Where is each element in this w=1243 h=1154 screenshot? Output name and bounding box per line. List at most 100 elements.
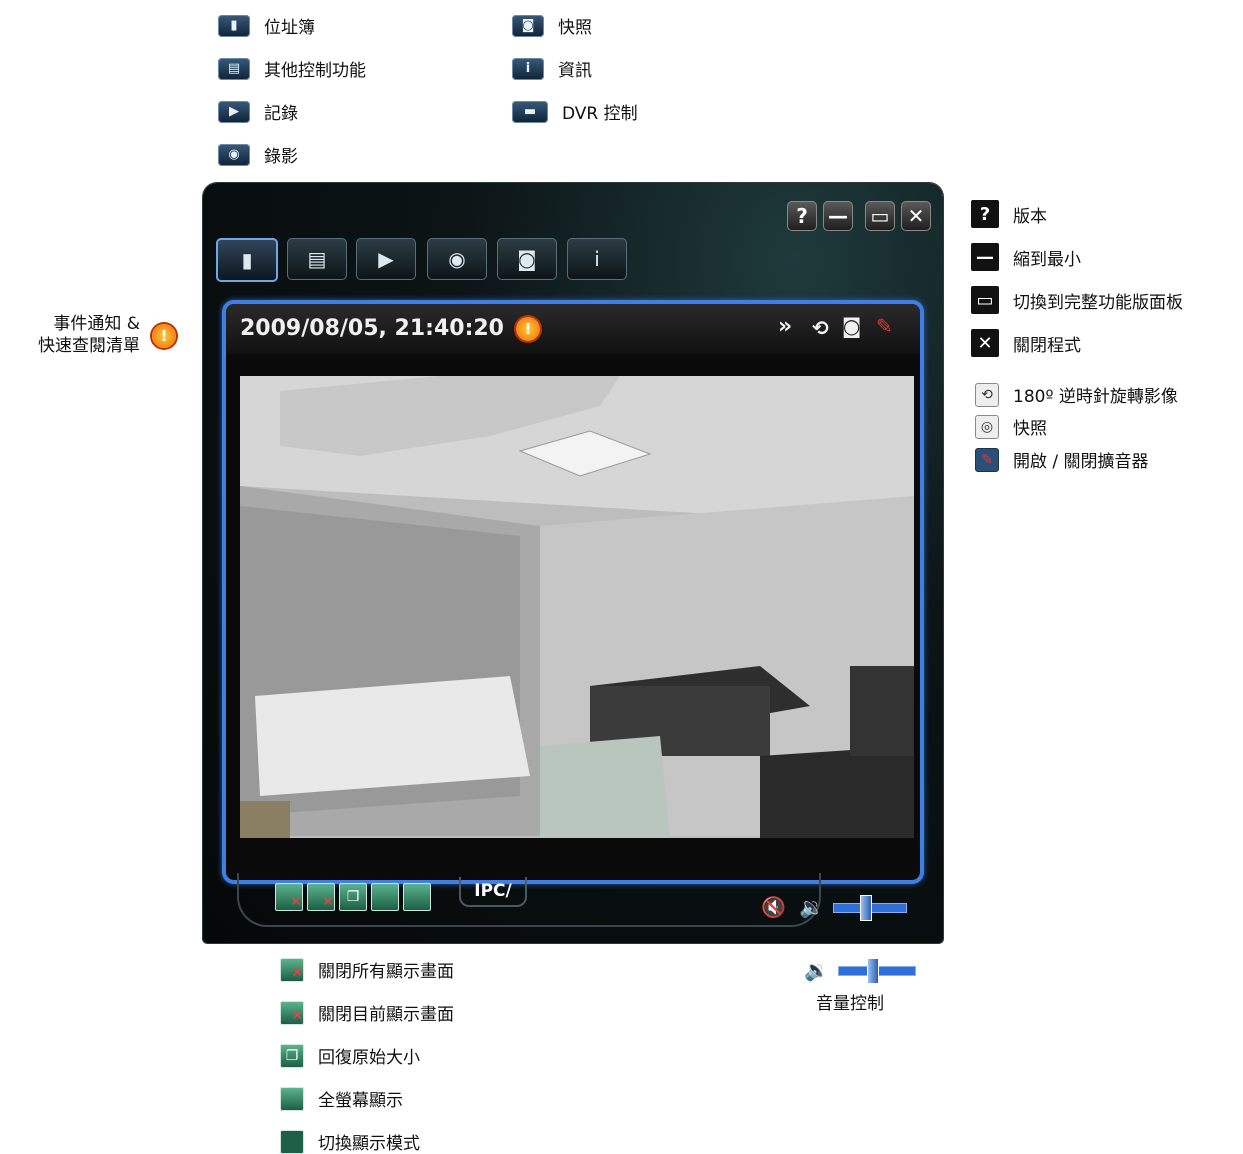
fullscreen-icon bbox=[280, 1086, 304, 1111]
tab-other-controls[interactable]: ▤ bbox=[287, 238, 347, 280]
restore-size-icon: ❐ bbox=[346, 889, 360, 905]
expand-menu-icon[interactable]: » bbox=[778, 314, 792, 339]
legend-other-controls: ▤ 其他控制功能 bbox=[218, 56, 366, 81]
restore-size-icon: ❐ bbox=[280, 1043, 304, 1068]
legend-switch-display-mode: 切換顯示模式 bbox=[280, 1129, 420, 1154]
speaker-toggle-icon[interactable]: ✎ bbox=[876, 314, 893, 338]
legend-label: 180º 逆時針旋轉影像 bbox=[1013, 387, 1178, 407]
legend-close-current-display: ✕ 關閉目前顯示畫面 bbox=[280, 1000, 454, 1025]
close-all-displays-button[interactable]: ✕ bbox=[275, 883, 303, 911]
close-current-display-icon: ✕ bbox=[280, 1000, 304, 1025]
legend-label: 切換到完整功能版面板 bbox=[1013, 292, 1183, 313]
legend-label: 版本 bbox=[1013, 206, 1047, 227]
legend-address-book: ▮ 位址簿 bbox=[218, 13, 315, 38]
close-current-display-icon: ✕ bbox=[322, 894, 334, 910]
legend-label: 位址簿 bbox=[264, 18, 315, 38]
snapshot-icon: ◙ bbox=[512, 14, 544, 37]
volume-icon: 🔉 bbox=[804, 958, 829, 982]
camera-viewer[interactable]: 2009/08/05, 21:40:20 ! » ⟲ ◙ ✎ bbox=[222, 300, 924, 884]
legend-snapshot: ◙ 快照 bbox=[512, 13, 592, 38]
tab-record[interactable]: ◉ bbox=[427, 238, 487, 280]
close-icon: ✕ bbox=[907, 204, 925, 228]
rotate-icon[interactable]: ⟲ bbox=[812, 316, 829, 340]
close-all-displays-icon: ✕ bbox=[290, 894, 302, 910]
camera-icon: ◎ bbox=[975, 414, 999, 439]
legend-close: ✕ 關閉程式 bbox=[971, 329, 1081, 357]
dvr-control-icon: ▬ bbox=[512, 100, 548, 123]
switch-display-mode-button[interactable] bbox=[403, 883, 431, 911]
maximize-icon: ▭ bbox=[971, 286, 999, 314]
legend-maximize: ▭ 切換到完整功能版面板 bbox=[971, 286, 1183, 314]
legend-log: ▶ 記錄 bbox=[218, 99, 298, 124]
legend-version: ? 版本 bbox=[971, 200, 1047, 228]
legend-speaker-toggle: ✎ 開啟 / 關閉擴音器 bbox=[975, 447, 1149, 472]
legend-label: 關閉所有顯示畫面 bbox=[318, 962, 454, 982]
alert-icon: ! bbox=[152, 324, 176, 348]
legend-label: 切換顯示模式 bbox=[318, 1134, 420, 1154]
legend-minimize: — 縮到最小 bbox=[971, 243, 1081, 271]
viewer-control-bar: ✕ ✕ ❐ IPC/ bbox=[237, 873, 821, 927]
close-icon: ✕ bbox=[971, 329, 999, 357]
other-controls-icon: ▤ bbox=[307, 247, 327, 271]
info-icon: i bbox=[512, 57, 544, 80]
legend-label: 資訊 bbox=[558, 61, 592, 81]
legend-record: ◉ 錄影 bbox=[218, 142, 298, 167]
legend-info: i 資訊 bbox=[512, 56, 592, 81]
snapshot-icon: ◙ bbox=[517, 247, 537, 271]
address-book-icon: ▮ bbox=[241, 248, 253, 272]
volume-icon[interactable]: 🔉 bbox=[799, 895, 824, 919]
legend-label: 快照 bbox=[1013, 419, 1047, 439]
close-button[interactable]: ✕ bbox=[901, 201, 931, 231]
legend-label: 開啟 / 關閉擴音器 bbox=[1013, 452, 1149, 472]
rotate-icon: ⟲ bbox=[975, 382, 999, 407]
tab-info[interactable]: i bbox=[567, 238, 627, 280]
minimize-icon: — bbox=[828, 204, 848, 228]
mute-icon[interactable]: 🔇 bbox=[761, 895, 786, 919]
tab-log[interactable]: ▶ bbox=[356, 238, 416, 280]
legend-label: 回復原始大小 bbox=[318, 1048, 420, 1068]
minimize-icon: — bbox=[971, 243, 999, 271]
legend-rotate: ⟲ 180º 逆時針旋轉影像 bbox=[975, 382, 1178, 407]
maximize-button[interactable]: ▭ bbox=[865, 201, 895, 231]
annotation-line: 快速查閱清單 bbox=[38, 336, 140, 356]
address-book-icon: ▮ bbox=[218, 14, 250, 37]
legend-close-all-displays: ✕ 關閉所有顯示畫面 bbox=[280, 957, 454, 982]
event-alert-icon[interactable]: ! bbox=[516, 317, 540, 341]
legend-label: DVR 控制 bbox=[562, 104, 638, 124]
legend-label: 縮到最小 bbox=[1013, 249, 1081, 270]
legend-label: 全螢幕顯示 bbox=[318, 1091, 403, 1111]
log-icon: ▶ bbox=[378, 247, 394, 271]
legend-label: 關閉目前顯示畫面 bbox=[318, 1005, 454, 1025]
log-icon: ▶ bbox=[218, 100, 250, 123]
tab-address-book[interactable]: ▮ bbox=[216, 238, 278, 282]
volume-control-label: 音量控制 bbox=[816, 994, 884, 1014]
volume-slider-thumb[interactable] bbox=[860, 895, 873, 921]
question-icon: ? bbox=[796, 204, 808, 228]
viewer-header: 2009/08/05, 21:40:20 ! » ⟲ ◙ ✎ bbox=[226, 304, 920, 354]
info-icon: i bbox=[594, 247, 600, 271]
legend-label: 關閉程式 bbox=[1013, 335, 1081, 356]
app-window: ? — ▭ ✕ ▮ ▤ ▶ ◉ ◙ i 2009/08/05, 21:40:20… bbox=[203, 183, 943, 943]
question-icon: ? bbox=[971, 200, 999, 228]
legend-label: 錄影 bbox=[264, 147, 298, 167]
switch-display-mode-icon bbox=[280, 1129, 304, 1154]
close-all-displays-icon: ✕ bbox=[280, 957, 304, 982]
event-notification-annotation: 事件通知 & 快速查閱清單 bbox=[12, 313, 140, 357]
camera-feed-image bbox=[240, 376, 914, 838]
minimize-button[interactable]: — bbox=[823, 201, 853, 231]
tab-snapshot[interactable]: ◙ bbox=[497, 238, 557, 280]
fullscreen-button[interactable] bbox=[371, 883, 399, 911]
legend-label: 記錄 bbox=[264, 104, 298, 124]
camera-icon[interactable]: ◙ bbox=[842, 314, 861, 338]
channel-tab[interactable]: IPC/ bbox=[459, 877, 527, 907]
restore-size-button[interactable]: ❐ bbox=[339, 883, 367, 911]
legend-dvr-control: ▬ DVR 控制 bbox=[512, 99, 638, 124]
close-current-display-button[interactable]: ✕ bbox=[307, 883, 335, 911]
legend-fullscreen: 全螢幕顯示 bbox=[280, 1086, 403, 1111]
record-icon: ◉ bbox=[218, 143, 250, 166]
legend-restore-size: ❐ 回復原始大小 bbox=[280, 1043, 420, 1068]
record-icon: ◉ bbox=[448, 247, 466, 271]
help-button[interactable]: ? bbox=[787, 201, 817, 231]
speaker-toggle-icon: ✎ bbox=[975, 447, 999, 472]
annotation-line: 事件通知 & bbox=[53, 314, 140, 334]
